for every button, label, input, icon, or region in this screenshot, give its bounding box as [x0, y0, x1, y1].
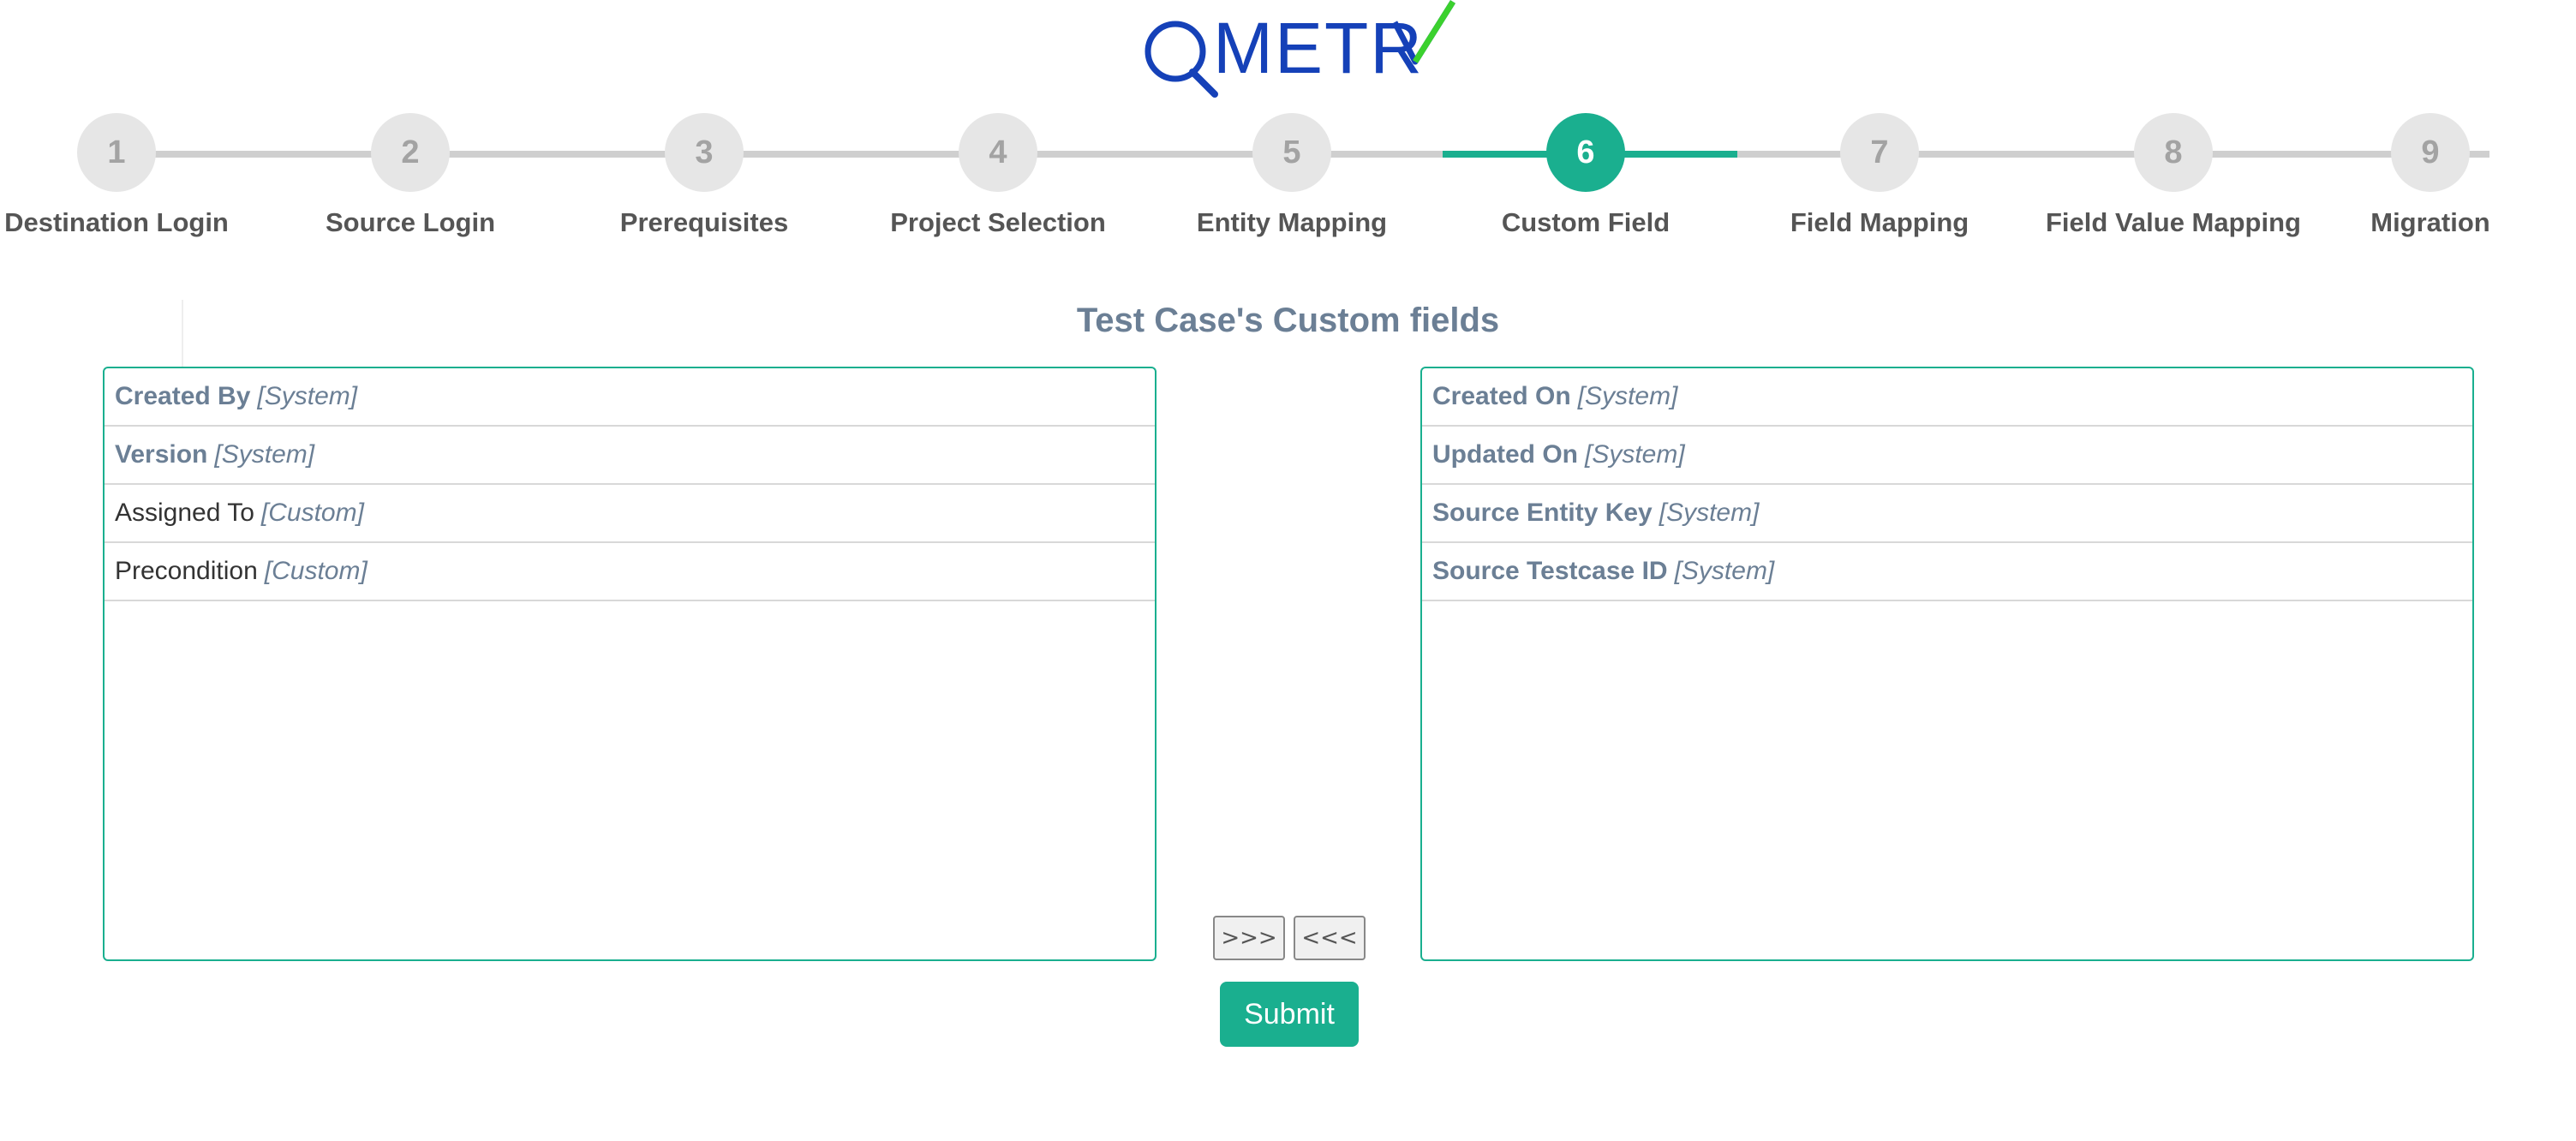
field-type: [Custom] — [264, 557, 368, 585]
step-label: Destination Login — [4, 207, 229, 237]
field-name: Version — [115, 440, 208, 469]
field-type: [System] — [1674, 557, 1775, 585]
selected-fields-list[interactable]: Created On [System] Updated On [System] … — [1420, 367, 2474, 961]
field-name: Assigned To — [115, 499, 254, 527]
submit-button[interactable]: Submit — [1220, 982, 1359, 1047]
field-name: Created By — [115, 382, 251, 410]
step-prerequisites[interactable]: 3 Prerequisites — [559, 113, 850, 238]
step-field-mapping[interactable]: 7 Field Mapping — [1734, 113, 2025, 238]
list-item[interactable]: Source Testcase ID [System] — [1422, 543, 2472, 601]
step-number-circle: 5 — [1252, 113, 1331, 192]
list-item[interactable]: Created On [System] — [1422, 368, 2472, 427]
step-number-circle: 6 — [1546, 113, 1625, 192]
field-type: [System] — [1659, 499, 1760, 527]
step-field-value-mapping[interactable]: 8 Field Value Mapping — [2028, 113, 2319, 238]
field-type: [Custom] — [260, 499, 364, 527]
field-type: [System] — [1577, 382, 1678, 410]
field-name: Updated On — [1432, 440, 1578, 469]
step-custom-field[interactable]: 6 Custom Field — [1440, 113, 1731, 238]
field-name: Source Entity Key — [1432, 499, 1653, 527]
step-number-circle: 4 — [959, 113, 1037, 192]
step-migration[interactable]: 9 Migration — [2285, 113, 2576, 238]
step-number-circle: 8 — [2134, 113, 2213, 192]
step-number-circle: 9 — [2391, 113, 2470, 192]
field-name: Precondition — [115, 557, 258, 585]
step-label: Field Mapping — [1790, 207, 1969, 237]
step-label: Migration — [2370, 207, 2490, 237]
field-name: Created On — [1432, 382, 1571, 410]
step-project-selection[interactable]: 4 Project Selection — [852, 113, 1144, 238]
step-label: Custom Field — [1501, 207, 1671, 237]
field-type: [System] — [1585, 440, 1685, 469]
step-label: Entity Mapping — [1196, 207, 1388, 237]
step-number-circle: 1 — [77, 113, 156, 192]
step-number-circle: 3 — [665, 113, 744, 192]
migration-stepper: 1 Destination Login 2 Source Login 3 Pre… — [0, 113, 2576, 242]
step-number-circle: 7 — [1840, 113, 1919, 192]
list-item[interactable]: Source Entity Key [System] — [1422, 485, 2472, 543]
move-left-button[interactable]: <<< — [1294, 916, 1366, 960]
list-item[interactable]: Precondition [Custom] — [105, 543, 1155, 601]
logo-check-y-icon — [1391, 0, 1455, 65]
step-label: Prerequisites — [619, 207, 789, 237]
list-item[interactable]: Assigned To [Custom] — [105, 485, 1155, 543]
field-name: Source Testcase ID — [1432, 557, 1668, 585]
section-title: Test Case's Custom fields — [1076, 302, 1500, 339]
step-label: Field Value Mapping — [2046, 207, 2301, 237]
available-fields-list[interactable]: Created By [System] Version [System] Ass… — [103, 367, 1157, 961]
move-right-button[interactable]: >>> — [1213, 916, 1285, 960]
qmetry-logo: METR — [1136, 0, 1455, 99]
list-item[interactable]: Created By [System] — [105, 368, 1155, 427]
field-type: [System] — [214, 440, 315, 469]
step-label: Project Selection — [890, 207, 1106, 237]
list-item[interactable]: Updated On [System] — [1422, 427, 2472, 485]
step-source-login[interactable]: 2 Source Login — [265, 113, 556, 238]
step-destination-login[interactable]: 1 Destination Login — [0, 113, 262, 238]
field-type: [System] — [257, 382, 358, 410]
step-number-circle: 2 — [371, 113, 450, 192]
step-entity-mapping[interactable]: 5 Entity Mapping — [1146, 113, 1437, 238]
list-item[interactable]: Version [System] — [105, 427, 1155, 485]
step-label: Source Login — [325, 207, 496, 237]
